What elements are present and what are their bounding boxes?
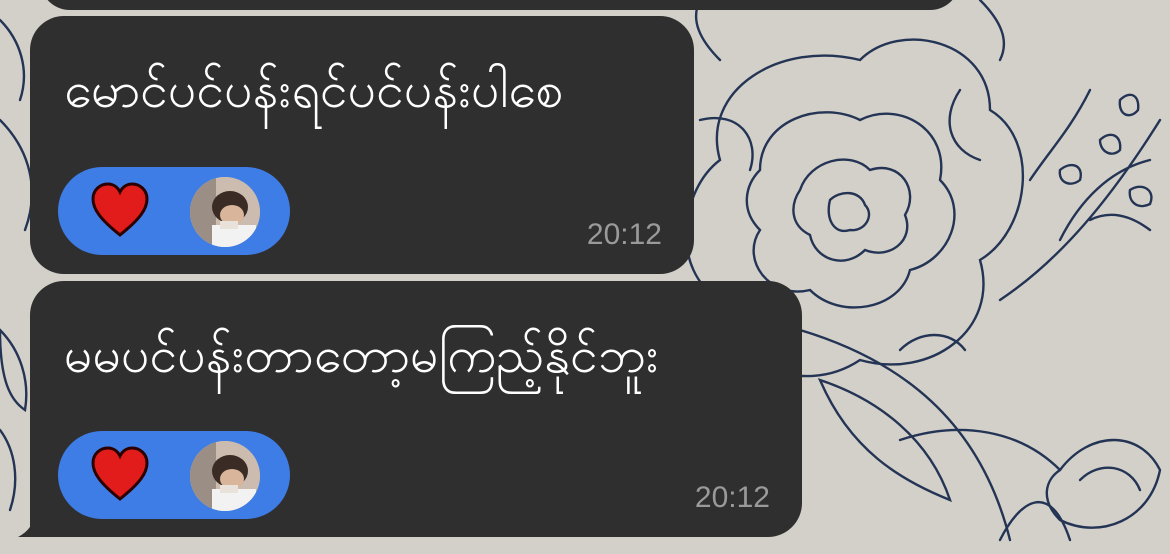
message-bubble[interactable]: မမပင်ပန်းတာတော့မကြည့်နိုင်ဘူး 20:12 bbox=[30, 281, 802, 537]
previous-message-bubble bbox=[40, 0, 960, 10]
message-bubble[interactable]: မောင်ပင်ပန်းရင်ပင်ပန်းပါစေ 20:12 bbox=[30, 16, 694, 274]
reaction-pill[interactable] bbox=[58, 431, 290, 519]
reactor-avatar[interactable] bbox=[190, 441, 260, 511]
message-text: မောင်ပင်ပန်းရင်ပင်ပန်းပါစေ bbox=[64, 61, 564, 119]
reactor-avatar[interactable] bbox=[190, 177, 260, 247]
heart-icon bbox=[91, 182, 149, 237]
message-timestamp: 20:12 bbox=[586, 218, 662, 251]
reaction-pill[interactable] bbox=[58, 167, 290, 255]
message-text: မမပင်ပန်းတာတော့မကြည့်နိုင်ဘူး bbox=[64, 326, 659, 384]
heart-icon bbox=[91, 446, 149, 501]
bubble-tail bbox=[18, 508, 54, 537]
message-timestamp: 20:12 bbox=[694, 481, 770, 514]
